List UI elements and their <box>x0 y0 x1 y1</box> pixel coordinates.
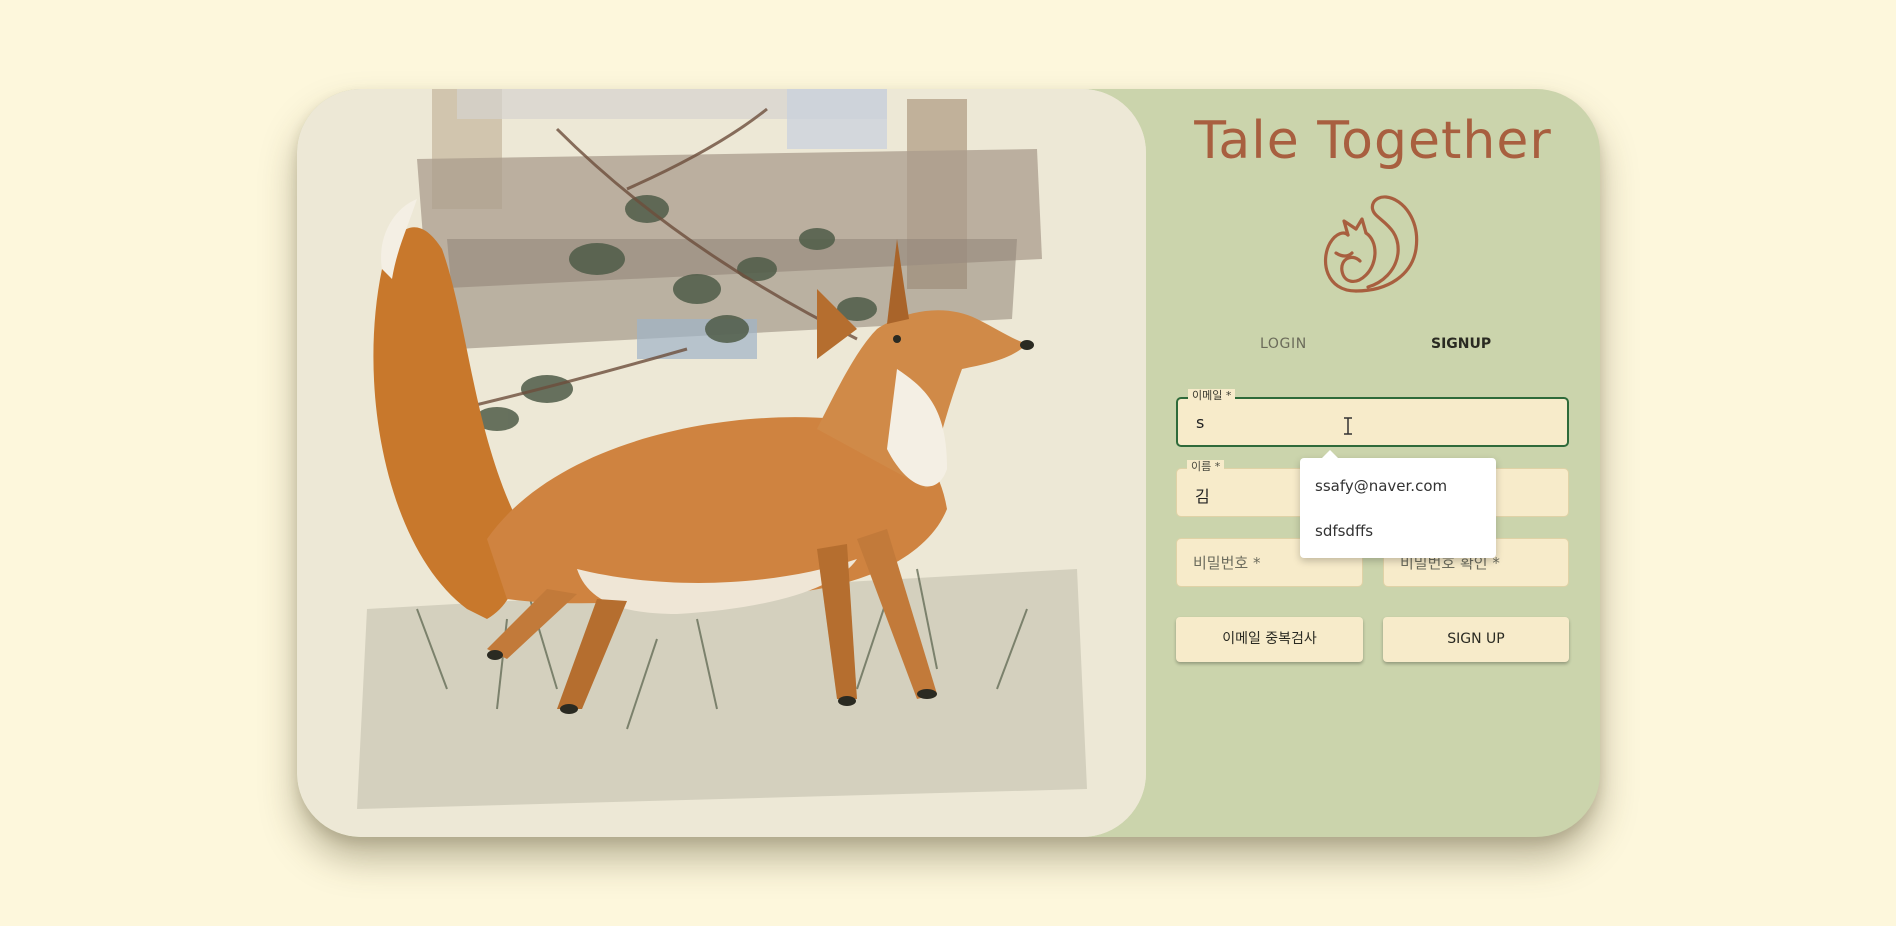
email-input-value[interactable]: s <box>1196 413 1204 432</box>
text-cursor-icon <box>1342 417 1354 439</box>
autocomplete-option[interactable]: sdfsdffs <box>1315 522 1373 540</box>
password-placeholder: 비밀번호 * <box>1193 554 1261 572</box>
fox-painting-image <box>297 89 1146 837</box>
email-field[interactable]: 이메일 * s <box>1176 389 1569 447</box>
tab-login[interactable]: LOGIN <box>1260 336 1307 352</box>
fox-illustration <box>297 89 1146 837</box>
app-title: Tale Together <box>1194 111 1552 171</box>
check-email-button[interactable]: 이메일 중복검사 <box>1176 617 1363 662</box>
squirrel-logo-icon <box>1316 191 1426 300</box>
email-field-label: 이메일 * <box>1188 389 1236 403</box>
tab-signup[interactable]: SIGNUP <box>1431 336 1491 352</box>
name-input-value[interactable]: 김 <box>1195 483 1210 507</box>
autocomplete-option[interactable]: ssafy@naver.com <box>1315 477 1447 495</box>
signup-button[interactable]: SIGN UP <box>1383 617 1569 662</box>
name-field-label: 이름 * <box>1187 460 1225 474</box>
email-autocomplete-dropdown: ssafy@naver.com sdfsdffs <box>1300 450 1496 558</box>
